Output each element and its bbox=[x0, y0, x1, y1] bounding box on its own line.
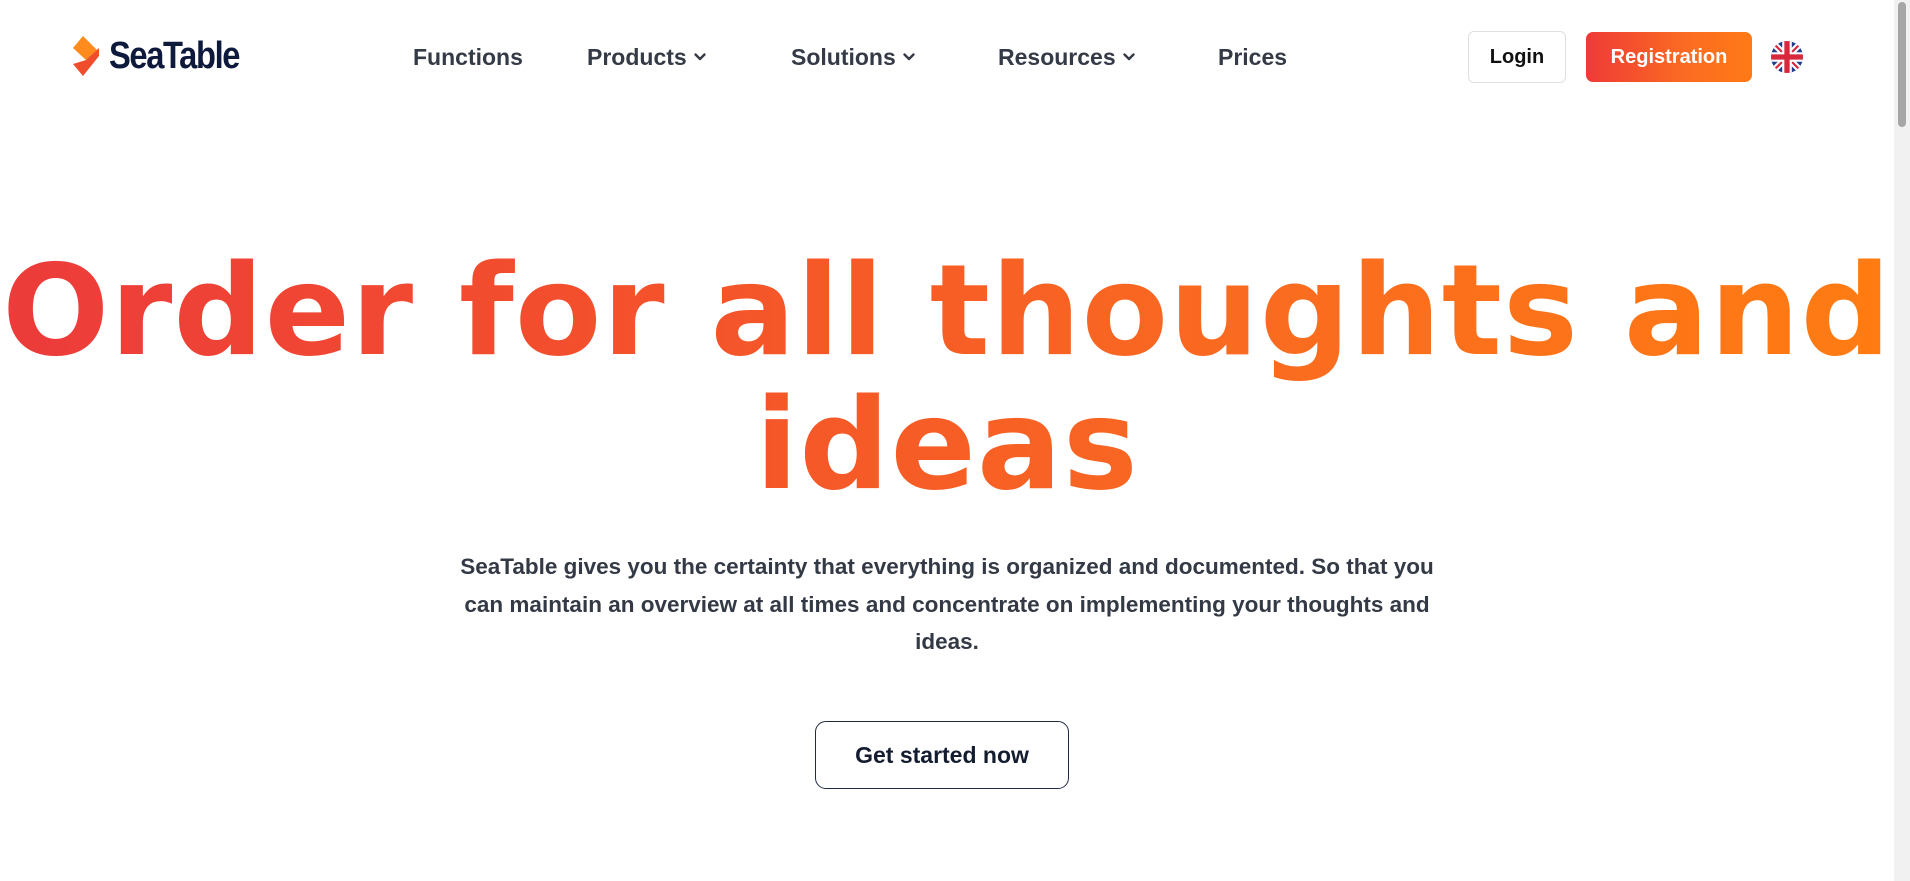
nav-item-prices[interactable]: Prices bbox=[1218, 40, 1287, 74]
nav-item-label: Functions bbox=[413, 43, 523, 70]
hero-title-line-2: ideas bbox=[755, 371, 1139, 518]
chevron-down-icon bbox=[903, 53, 915, 61]
seatable-logo[interactable]: SeaTable bbox=[69, 34, 260, 78]
nav-item-resources[interactable]: Resources bbox=[998, 40, 1136, 74]
scrollbar-thumb[interactable] bbox=[1898, 2, 1906, 127]
nav-item-label: Prices bbox=[1218, 43, 1288, 70]
nav-item-label: Solutions bbox=[791, 43, 896, 70]
chevron-down-icon bbox=[693, 53, 706, 61]
uk-flag-icon[interactable] bbox=[1771, 41, 1803, 73]
seatable-wordmark: SeaTable bbox=[109, 35, 240, 77]
language-switcher-graphic bbox=[1771, 41, 1803, 73]
nav-item-label: Resources bbox=[998, 43, 1116, 70]
get-started-button[interactable]: Get started now bbox=[815, 721, 1069, 789]
hero-title-line-1: Order for all thoughts and bbox=[2, 237, 1892, 384]
nav-item-functions[interactable]: Functions bbox=[413, 40, 523, 74]
login-button[interactable]: Login bbox=[1468, 31, 1566, 83]
chevron-down-icon bbox=[1122, 53, 1135, 61]
site-header: SeaTable Functions Products Solutions Re… bbox=[0, 0, 1894, 112]
hero-subtitle: SeaTable gives you the certainty that ev… bbox=[460, 554, 1434, 654]
registration-button[interactable]: Registration bbox=[1586, 32, 1752, 82]
nav-item-products[interactable]: Products bbox=[587, 40, 707, 74]
seatable-logo-icon bbox=[73, 36, 99, 76]
nav-item-label: Products bbox=[587, 43, 687, 70]
hero-title: Order for all thoughts and ideas bbox=[0, 244, 1894, 512]
nav-item-solutions[interactable]: Solutions bbox=[791, 40, 916, 74]
page-scrollbar[interactable] bbox=[1894, 0, 1910, 881]
